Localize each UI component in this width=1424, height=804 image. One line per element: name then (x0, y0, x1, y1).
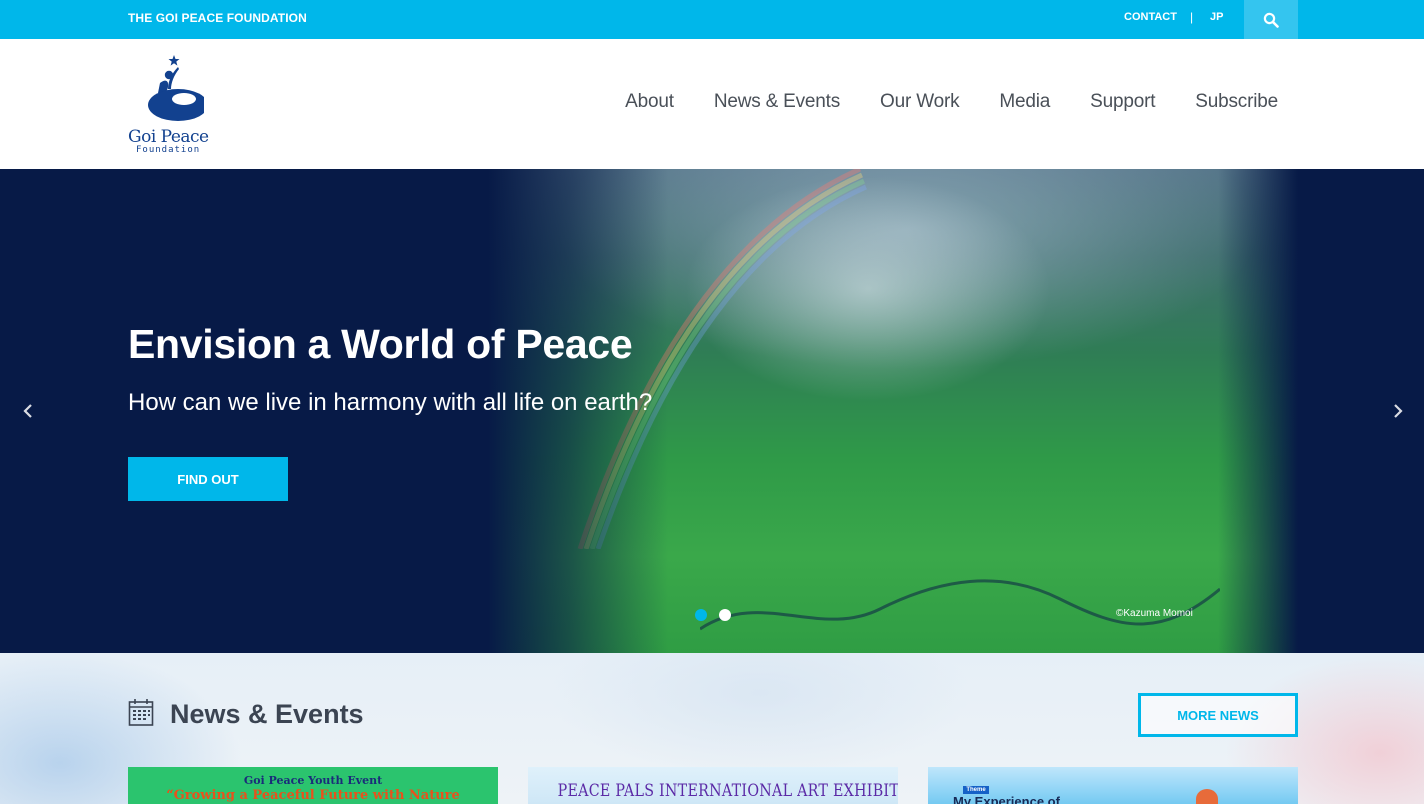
calendar-icon (128, 699, 154, 726)
logo-name: Goi Peace (128, 127, 209, 147)
news-card-essay[interactable]: Theme My Experience of (928, 767, 1298, 804)
nav-subscribe[interactable]: Subscribe (1195, 91, 1278, 113)
nav-media[interactable]: Media (999, 91, 1050, 113)
card-heading: My Experience of (953, 794, 1060, 804)
logo-subtitle: Foundation (136, 145, 201, 155)
nav-our-work[interactable]: Our Work (880, 91, 960, 113)
hero-title: Envision a World of Peace (128, 321, 633, 367)
find-out-button[interactable]: FIND OUT (128, 457, 288, 501)
hero-slider: Envision a World of Peace How can we liv… (0, 169, 1424, 653)
slide-dot-1[interactable] (695, 609, 707, 621)
theme-badge: Theme (963, 786, 989, 794)
more-news-button[interactable]: MORE NEWS (1138, 693, 1298, 737)
nav-support[interactable]: Support (1090, 91, 1155, 113)
photo-credit: ©Kazuma Momoi (1116, 608, 1193, 619)
hero-subtitle: How can we live in harmony with all life… (128, 389, 653, 416)
top-bar: THE GOI PEACE FOUNDATION CONTACT | JP (0, 0, 1424, 39)
nav-news-events[interactable]: News & Events (714, 91, 840, 113)
news-section-title: News & Events (170, 699, 364, 729)
nav-about[interactable]: About (625, 91, 674, 113)
language-jp-link[interactable]: JP (1210, 11, 1223, 23)
chevron-left-icon[interactable] (18, 399, 38, 423)
topbar-separator: | (1190, 10, 1194, 24)
card-subheading: “Growing a Peaceful Future with Nature (166, 788, 460, 803)
news-card-youth-event[interactable]: Goi Peace Youth Event “Growing a Peacefu… (128, 767, 498, 804)
foundation-brand-link[interactable]: THE GOI PEACE FOUNDATION (128, 11, 307, 25)
card-heading: PEACE PALS INTERNATIONAL ART EXHIBITION … (557, 781, 898, 801)
news-events-section: News & Events MORE NEWS Goi Peace Youth … (0, 653, 1424, 804)
main-nav: About News & Events Our Work Media Suppo… (625, 91, 1278, 113)
site-logo[interactable]: Goi Peace Foundation (128, 53, 218, 157)
search-icon (1263, 12, 1279, 28)
search-button[interactable] (1244, 0, 1298, 39)
hero-fade-right (1218, 169, 1298, 653)
card-heading: Goi Peace Youth Event (243, 774, 383, 787)
slide-dot-2[interactable] (719, 609, 731, 621)
card-illustration (1196, 789, 1218, 804)
river-graphic (700, 579, 1220, 631)
slider-pagination (695, 609, 731, 621)
chevron-right-icon[interactable] (1388, 399, 1408, 423)
figure-star-icon (148, 55, 204, 121)
news-card-art-exhibition[interactable]: PEACE PALS INTERNATIONAL ART EXHIBITION … (528, 767, 898, 804)
site-header: Goi Peace Foundation About News & Events… (0, 39, 1424, 169)
contact-link[interactable]: CONTACT (1124, 11, 1177, 23)
